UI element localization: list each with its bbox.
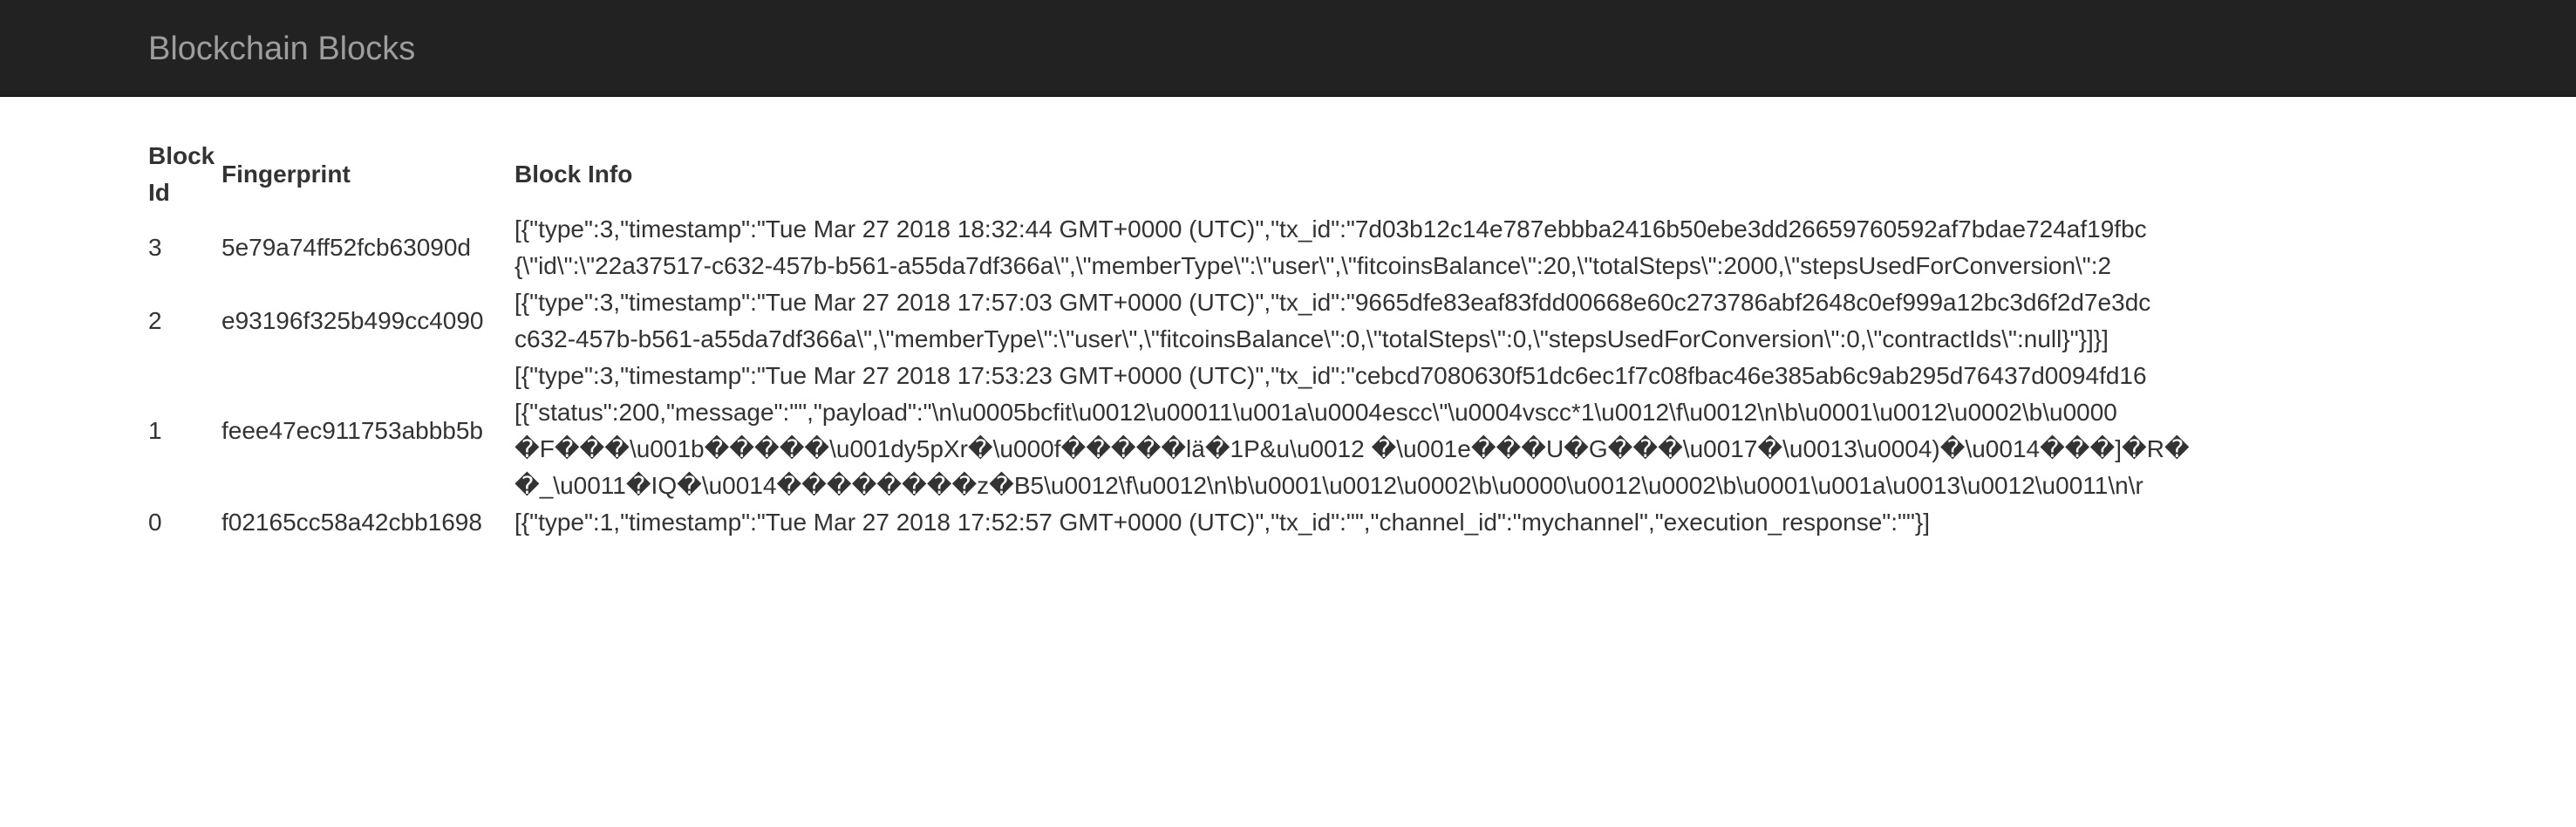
block-info-line: [{"type":1,"timestamp":"Tue Mar 27 2018 …: [515, 509, 1931, 536]
blocks-table-container: Block Id Fingerprint Block Info 3 5e79a7…: [148, 138, 2335, 541]
block-info-cell: [{"type":3,"timestamp":"Tue Mar 27 2018 …: [515, 211, 2335, 284]
block-info-line: [{"type":3,"timestamp":"Tue Mar 27 2018 …: [515, 362, 2147, 389]
header-block-info: Block Info: [515, 161, 633, 188]
block-info-cell: [{"type":3,"timestamp":"Tue Mar 27 2018 …: [515, 284, 2335, 358]
fingerprint-cell: feee47ec911753abbb5b: [221, 417, 484, 444]
table-header-row: Block Id Fingerprint Block Info: [148, 138, 2335, 211]
table-row: 0 f02165cc58a42cbb1698 [{"type":1,"times…: [148, 504, 2335, 541]
block-info-line: [{"status":200,"message":"","payload":"\…: [515, 399, 2117, 426]
block-info-line: �F���\u001b�����\u001dy5pXr�\u000f�����l…: [515, 435, 2190, 462]
header-block-id: Block Id: [148, 142, 215, 206]
block-info-cell: [{"type":1,"timestamp":"Tue Mar 27 2018 …: [515, 504, 2335, 541]
top-navbar: Blockchain Blocks: [0, 0, 2576, 97]
block-info-line: [{"type":3,"timestamp":"Tue Mar 27 2018 …: [515, 289, 2151, 316]
table-row: 3 5e79a74ff52fcb63090d [{"type":3,"times…: [148, 211, 2335, 284]
block-id-cell: 1: [148, 417, 162, 444]
fingerprint-cell: e93196f325b499cc4090: [221, 307, 484, 334]
block-info-line: �_\u0011�IQ�\u0014��������z�B5\u0012\f\u…: [515, 472, 2143, 499]
block-info-line: [{"type":3,"timestamp":"Tue Mar 27 2018 …: [515, 215, 2147, 243]
block-id-cell: 2: [148, 307, 162, 334]
block-id-cell: 3: [148, 234, 162, 261]
header-fingerprint: Fingerprint: [221, 161, 351, 188]
block-info-line: c632-457b-b561-a55da7df366a\",\"memberTy…: [515, 325, 2109, 352]
fingerprint-cell: f02165cc58a42cbb1698: [221, 509, 482, 536]
block-info-cell: [{"type":3,"timestamp":"Tue Mar 27 2018 …: [515, 358, 2335, 504]
block-info-line: {\"id\":\"22a37517-c632-457b-b561-a55da7…: [515, 252, 2112, 279]
navbar-brand[interactable]: Blockchain Blocks: [148, 27, 415, 71]
table-row: 2 e93196f325b499cc4090 [{"type":3,"times…: [148, 284, 2335, 358]
block-id-cell: 0: [148, 509, 162, 536]
table-row: 1 feee47ec911753abbb5b [{"type":3,"times…: [148, 358, 2335, 504]
blocks-table: Block Id Fingerprint Block Info 3 5e79a7…: [148, 138, 2335, 541]
fingerprint-cell: 5e79a74ff52fcb63090d: [221, 234, 471, 261]
